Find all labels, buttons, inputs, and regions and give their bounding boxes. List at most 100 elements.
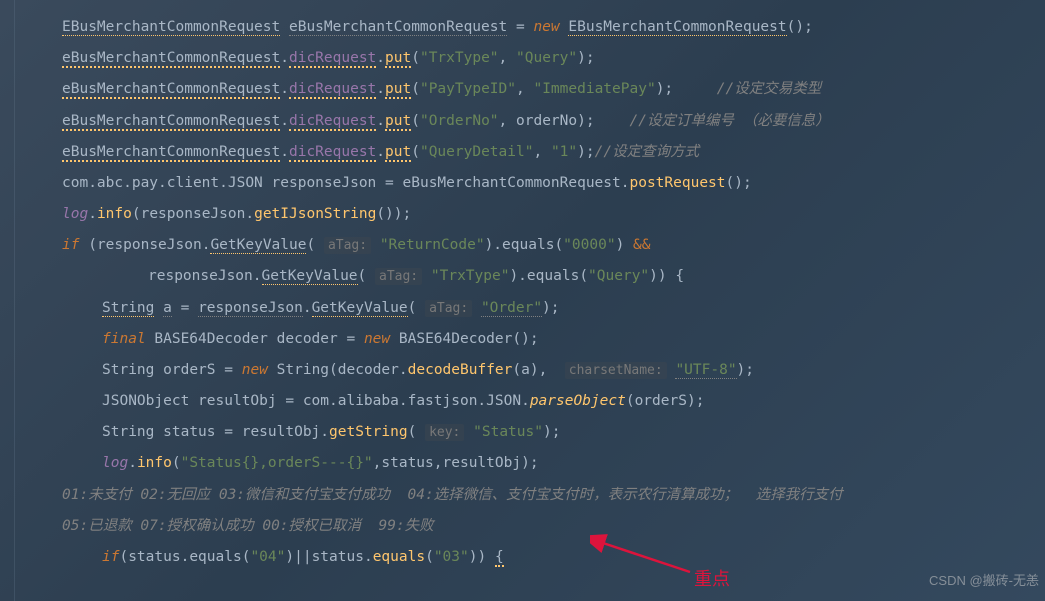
type-name: String — [102, 424, 154, 440]
string-literal: "03" — [434, 549, 469, 565]
method: put — [385, 144, 411, 162]
code-line: eBusMerchantCommonRequest.dicRequest.put… — [20, 106, 1025, 137]
string-literal: "QueryDetail" — [420, 144, 534, 160]
string-literal: "ImmediatePay" — [533, 81, 655, 97]
string-literal: "0000" — [563, 237, 615, 253]
string-literal: "Query" — [516, 50, 577, 66]
code-line: if(status.equals("04")||status.equals("0… — [20, 542, 1025, 573]
variable: orderNo — [516, 113, 577, 129]
field: dicRequest — [289, 113, 376, 131]
method: parseObject — [530, 393, 626, 409]
code-line: log.info("Status{},orderS---{}",status,r… — [20, 448, 1025, 479]
code-line: com.abc.pay.client.JSON responseJson = e… — [20, 168, 1025, 199]
code-line: if (responseJson.GetKeyValue( aTag: "Ret… — [20, 230, 1025, 261]
variable: status — [163, 424, 215, 440]
object-ref: eBusMerchantCommonRequest — [403, 175, 621, 191]
field: dicRequest — [289, 50, 376, 68]
comment: //设定查询方式 — [595, 144, 699, 160]
method: put — [385, 81, 411, 99]
object-ref: eBusMerchantCommonRequest — [62, 144, 280, 162]
method: equals — [527, 268, 579, 284]
string-literal: "Query" — [588, 268, 649, 284]
object-ref: eBusMerchantCommonRequest — [62, 113, 280, 131]
code-line: JSONObject resultObj = com.alibaba.fastj… — [20, 386, 1025, 417]
keyword-final: final — [102, 331, 146, 347]
method: put — [385, 50, 411, 68]
object-ref: eBusMerchantCommonRequest — [62, 81, 280, 99]
string-literal: "OrderNo" — [420, 113, 499, 129]
comment-line: 05:已退款 07:授权确认成功 00:授权已取消 99:失败 — [20, 511, 1025, 542]
constructor: BASE64Decoder — [399, 331, 513, 347]
object-ref: eBusMerchantCommonRequest — [62, 50, 280, 68]
variable: orderS — [163, 362, 215, 378]
variable: resultObj — [443, 455, 522, 471]
object-ref: resultObj — [242, 424, 321, 440]
constructor: String — [277, 362, 329, 378]
code-line: String status = resultObj.getString( key… — [20, 417, 1025, 448]
variable: resultObj — [198, 393, 277, 409]
method: info — [137, 455, 172, 471]
method: put — [385, 113, 411, 131]
log-field: log — [62, 206, 88, 222]
type-name: BASE64Decoder — [154, 331, 268, 347]
field: dicRequest — [289, 81, 376, 99]
param-hint: key: — [425, 424, 464, 441]
code-line: final BASE64Decoder decoder = new BASE64… — [20, 324, 1025, 355]
string-literal: "PayTypeID" — [420, 81, 516, 97]
watermark: CSDN @搬砖-无恙 — [929, 567, 1039, 595]
object-ref: decoder — [338, 362, 399, 378]
package-path: com.abc.pay.client.JSON — [62, 175, 263, 191]
object-ref: responseJson — [141, 206, 246, 222]
log-field: log — [102, 455, 128, 471]
string-literal: "TrxType" — [420, 50, 499, 66]
string-literal: "Order" — [481, 300, 542, 317]
variable: responseJson — [272, 175, 377, 191]
code-line: log.info(responseJson.getIJsonString()); — [20, 199, 1025, 230]
param-hint: aTag: — [375, 268, 422, 285]
type-name: String — [102, 300, 154, 317]
package-path: com.alibaba.fastjson.JSON — [303, 393, 521, 409]
object-ref: responseJson — [148, 268, 253, 284]
method: equals — [502, 237, 554, 253]
variable: decoder — [277, 331, 338, 347]
type-name: String — [102, 362, 154, 378]
comment: //设定交易类型 — [717, 81, 821, 97]
string-literal: "TrxType" — [431, 268, 510, 284]
string-literal: "ReturnCode" — [380, 237, 485, 253]
comment-line: 01:未支付 02:无回应 03:微信和支付宝支付成功 04:选择微信、支付宝支… — [20, 480, 1025, 511]
variable: status — [128, 549, 180, 565]
keyword-new: new — [364, 331, 390, 347]
method: GetKeyValue — [262, 268, 358, 285]
type-name: EBusMerchantCommonRequest — [62, 19, 280, 36]
operator: && — [633, 237, 650, 253]
param-hint: aTag: — [324, 237, 371, 254]
method: GetKeyValue — [312, 300, 408, 317]
string-literal: "1" — [551, 144, 577, 160]
method: equals — [189, 549, 241, 565]
code-line: eBusMerchantCommonRequest.dicRequest.put… — [20, 43, 1025, 74]
method: equals — [373, 549, 425, 565]
variable: status — [312, 549, 364, 565]
annotation-label: 重点 — [694, 560, 730, 599]
param-hint: aTag: — [425, 300, 472, 317]
string-literal: "Status{},orderS---{}" — [181, 455, 373, 471]
code-line: eBusMerchantCommonRequest.dicRequest.put… — [20, 74, 1025, 105]
method: postRequest — [629, 175, 725, 191]
comment: //设定订单编号 （必要信息） — [630, 113, 830, 129]
code-line: responseJson.GetKeyValue( aTag: "TrxType… — [20, 261, 1025, 292]
object-ref: responseJson — [97, 237, 202, 253]
keyword-new: new — [533, 19, 559, 35]
method: getString — [329, 424, 408, 440]
method: GetKeyValue — [210, 237, 306, 254]
object-ref: responseJson — [198, 300, 303, 317]
method: decodeBuffer — [408, 362, 513, 378]
type-name: JSONObject — [102, 393, 189, 409]
param-hint: charsetName: — [565, 362, 667, 379]
keyword-if: if — [102, 549, 119, 565]
keyword-new: new — [242, 362, 268, 378]
method: info — [97, 206, 132, 222]
variable: status — [381, 455, 433, 471]
string-literal: "Status" — [473, 424, 543, 440]
keyword-if: if — [62, 237, 79, 253]
variable: a — [521, 362, 530, 378]
